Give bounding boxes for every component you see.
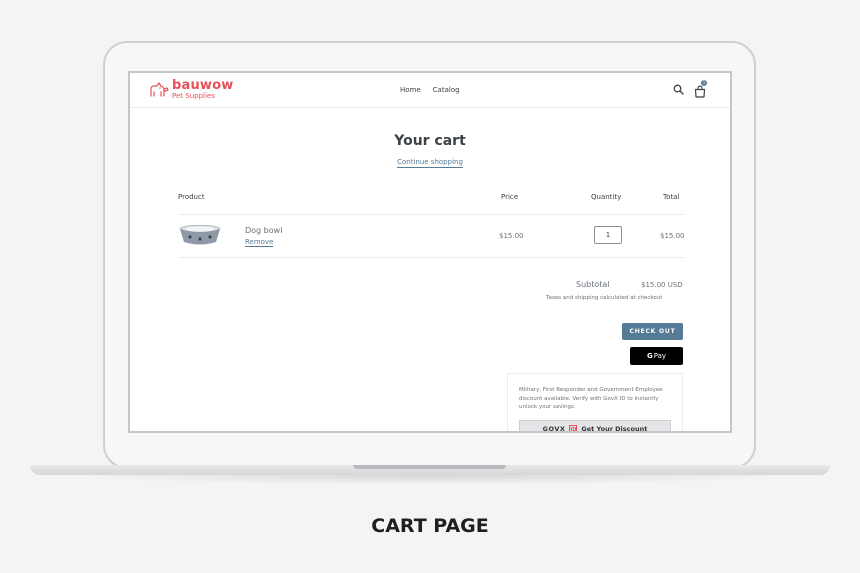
table-divider [178, 214, 684, 215]
dog-bowl-image[interactable] [178, 224, 222, 246]
cart-button[interactable]: 1 [694, 80, 707, 98]
column-header-product: Product [178, 193, 205, 201]
govx-button-label: Get Your Discount [581, 425, 648, 433]
quantity-input[interactable] [594, 226, 622, 244]
nav-home[interactable]: Home [400, 86, 421, 94]
laptop-screen: bauwow Pet Supplies Home Catalog 1 Your … [128, 71, 732, 433]
subtotal-label: Subtotal [576, 280, 610, 289]
remove-item-link[interactable]: Remove [245, 238, 274, 247]
tax-note: Taxes and shipping calculated at checkou… [546, 295, 663, 301]
google-pay-label: Pay [653, 352, 667, 360]
page-caption: CART PAGE [371, 515, 489, 537]
page-title: Your cart [394, 133, 466, 149]
column-header-price: Price [501, 193, 519, 201]
cart-count-badge: 1 [701, 80, 707, 86]
dog-logo-icon [150, 81, 169, 97]
google-pay-button[interactable]: G Pay [630, 347, 683, 365]
govx-id-icon: ID [569, 425, 578, 433]
govx-description: Military, First Responder and Government… [519, 387, 663, 410]
brand-tagline: Pet Supplies [172, 92, 215, 100]
product-name[interactable]: Dog bowl [245, 226, 282, 235]
govx-discount-button[interactable]: GOVX ID Get Your Discount [519, 420, 671, 433]
subtotal-value: $15.00 USD [641, 281, 683, 289]
laptop-notch [353, 465, 506, 469]
item-total: $15.00 [660, 232, 685, 240]
govx-logo: GOVX [542, 425, 566, 433]
govx-discount-panel: Military, First Responder and Government… [507, 373, 683, 433]
item-price: $15.00 [499, 232, 524, 240]
shopping-bag-icon [694, 85, 706, 98]
laptop-shadow [60, 475, 800, 485]
column-header-quantity: Quantity [591, 193, 622, 201]
column-header-total: Total [663, 193, 680, 201]
main-nav: Home Catalog [400, 86, 460, 94]
table-divider [178, 257, 684, 258]
nav-catalog[interactable]: Catalog [433, 86, 460, 94]
continue-shopping-link[interactable]: Continue shopping [130, 158, 730, 168]
continue-shopping-label: Continue shopping [397, 158, 463, 168]
google-g-icon: G [646, 352, 653, 360]
search-icon[interactable] [673, 84, 684, 95]
header-icons: 1 [673, 80, 707, 98]
brand-logo[interactable]: bauwow Pet Supplies [148, 79, 233, 100]
brand-name: bauwow [172, 78, 234, 93]
site-header: bauwow Pet Supplies Home Catalog 1 [130, 73, 730, 108]
checkout-button[interactable]: CHECK OUT [622, 323, 683, 340]
